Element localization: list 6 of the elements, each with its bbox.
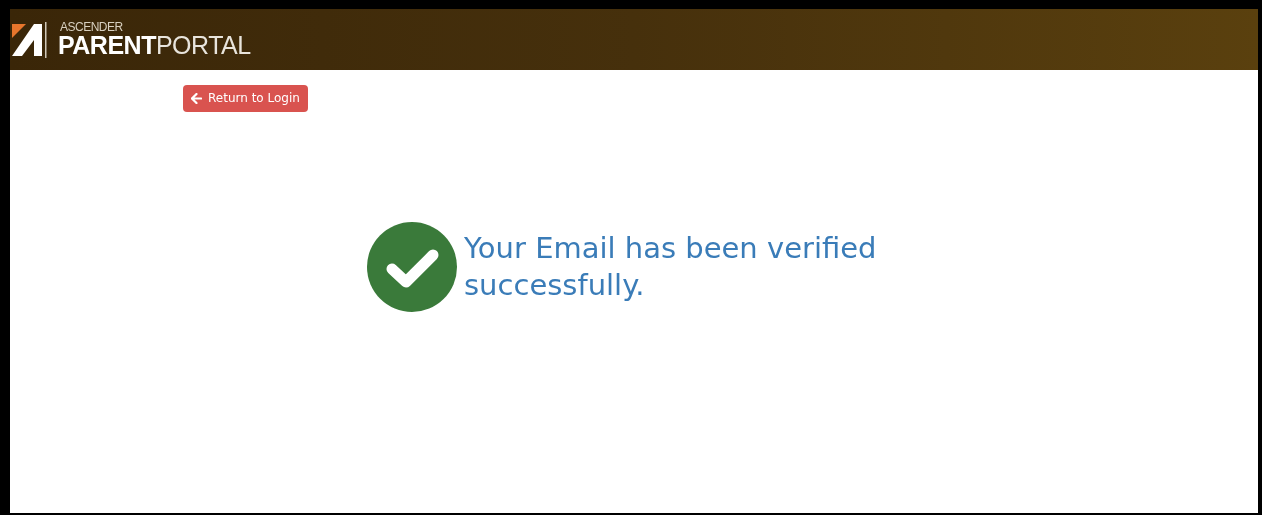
brand-name: PARENTPORTAL <box>58 33 251 58</box>
return-to-login-button[interactable]: Return to Login <box>183 85 308 112</box>
arrow-left-icon <box>191 93 202 104</box>
success-message: Your Email has been verified successfully. <box>464 230 878 304</box>
check-circle-icon <box>367 222 457 312</box>
brand-tagline: ASCENDER <box>60 21 124 33</box>
